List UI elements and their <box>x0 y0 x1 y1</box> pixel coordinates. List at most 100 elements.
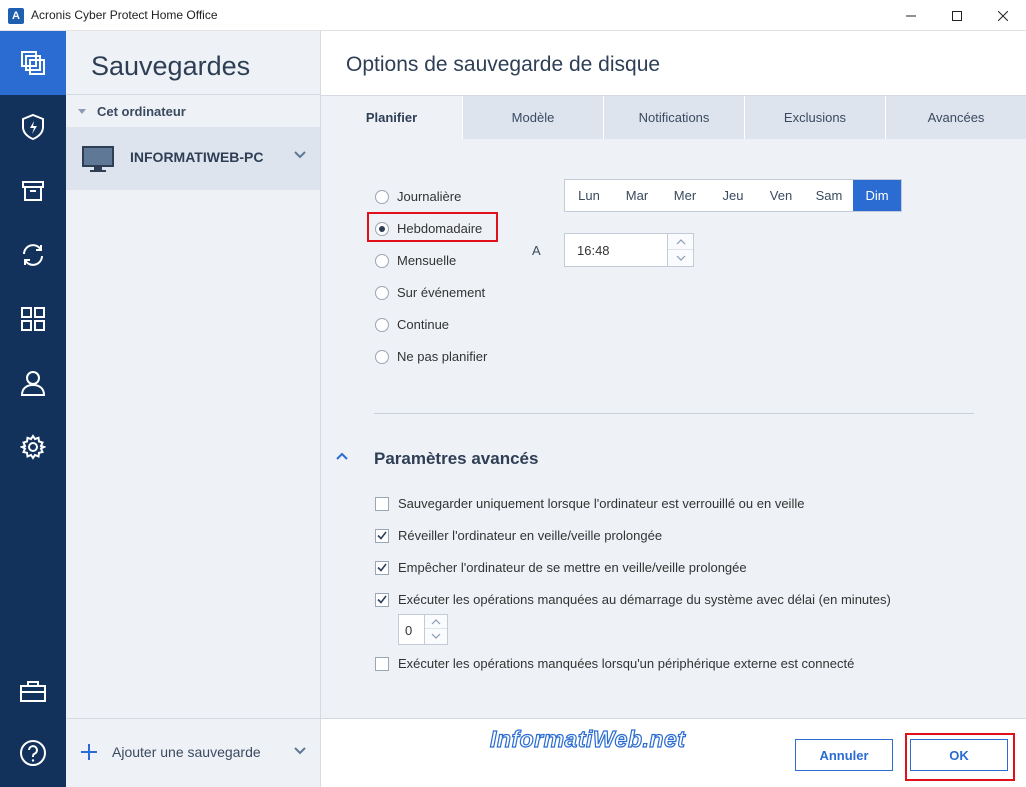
tab-avancees[interactable]: Avancées <box>885 96 1026 139</box>
checkbox-row-missed-at-startup[interactable]: Exécuter les opérations manquées au déma… <box>375 592 891 607</box>
checkbox-label: Exécuter les opérations manquées au déma… <box>398 592 891 607</box>
radio-label: Mensuelle <box>397 253 457 268</box>
rail-help[interactable] <box>0 721 66 785</box>
delay-decrement-button[interactable] <box>425 629 447 643</box>
delay-value: 0 <box>405 623 413 638</box>
dashboard-icon <box>21 307 45 331</box>
checkbox-row-missed-external-device[interactable]: Exécuter les opérations manquées lorsqu'… <box>375 656 854 671</box>
delay-spinner <box>424 615 447 644</box>
options-tabs: Planifier Modèle Notifications Exclusion… <box>321 96 1026 139</box>
cancel-button[interactable]: Annuler <box>795 739 893 771</box>
time-value: 16:48 <box>577 243 610 258</box>
day-button-jeu[interactable]: Jeu <box>709 180 757 211</box>
radio-label: Ne pas planifier <box>397 349 488 364</box>
footer-divider <box>321 718 1026 719</box>
checkbox[interactable] <box>375 656 389 671</box>
close-icon <box>998 10 1008 21</box>
checkbox-label: Empêcher l'ordinateur de se mettre en ve… <box>398 560 747 575</box>
minimize-button[interactable] <box>888 0 934 31</box>
rail-account[interactable] <box>0 351 66 415</box>
monitor-icon <box>82 146 114 172</box>
checkbox-label: Sauvegarder uniquement lorsque l'ordinat… <box>398 496 805 511</box>
chevron-down-icon <box>431 633 441 639</box>
time-increment-button[interactable] <box>668 234 693 250</box>
radio-label: Sur événement <box>397 285 486 300</box>
radio-on-event[interactable]: Sur événement <box>375 285 485 300</box>
checkbox-label: Réveiller l'ordinateur en veille/veille … <box>398 528 663 543</box>
radio-button[interactable] <box>375 253 389 268</box>
chevron-up-icon <box>431 618 441 624</box>
day-button-mar[interactable]: Mar <box>613 180 661 211</box>
rail-archive[interactable] <box>0 159 66 223</box>
archive-icon <box>22 181 44 201</box>
checkmark-icon <box>377 531 387 540</box>
sidebar-footer-divider <box>66 718 320 719</box>
radio-no-schedule[interactable]: Ne pas planifier <box>375 349 487 364</box>
backups-icon <box>21 51 45 75</box>
radio-continuous[interactable]: Continue <box>375 317 449 332</box>
close-button[interactable] <box>980 0 1026 31</box>
checkbox[interactable] <box>375 592 389 607</box>
radio-button[interactable] <box>375 285 389 300</box>
delay-minutes-input[interactable]: 0 <box>398 614 448 645</box>
chevron-up-icon[interactable] <box>336 452 348 460</box>
sidebar-group-this-computer[interactable]: Cet ordinateur <box>78 104 186 119</box>
delay-increment-button[interactable] <box>425 615 447 629</box>
checkbox-row-prevent-sleep[interactable]: Empêcher l'ordinateur de se mettre en ve… <box>375 560 747 575</box>
rail-protection[interactable] <box>0 95 66 159</box>
time-decrement-button[interactable] <box>668 250 693 266</box>
checkbox[interactable] <box>375 496 389 511</box>
sidebar-group-label: Cet ordinateur <box>97 104 186 119</box>
tab-planifier[interactable]: Planifier <box>321 96 462 139</box>
time-input[interactable]: 16:48 <box>564 233 694 267</box>
annotation-highlight-box <box>367 212 498 242</box>
add-backup-label: Ajouter une sauvegarde <box>112 744 261 760</box>
sidebar-title: Sauvegardes <box>91 51 251 81</box>
tab-exclusions[interactable]: Exclusions <box>744 96 885 139</box>
chevron-down-icon <box>676 255 685 261</box>
rail-dashboard[interactable] <box>0 287 66 351</box>
day-button-dim[interactable]: Dim <box>853 180 901 211</box>
chevron-up-icon <box>676 238 685 244</box>
title-bar: A Acronis Cyber Protect Home Office <box>0 0 1026 31</box>
radio-button[interactable] <box>375 189 389 204</box>
chevron-down-icon[interactable] <box>294 747 306 755</box>
sync-icon <box>23 244 43 266</box>
tab-modele[interactable]: Modèle <box>462 96 603 139</box>
checkbox-row-backup-locked[interactable]: Sauvegarder uniquement lorsque l'ordinat… <box>375 496 804 511</box>
radio-label: Journalière <box>397 189 462 204</box>
sidebar-item-informatiweb-pc[interactable]: INFORMATIWEB-PC <box>66 127 320 190</box>
add-backup-button[interactable]: Ajouter une sauvegarde <box>80 743 261 761</box>
tab-notifications[interactable]: Notifications <box>603 96 744 139</box>
app-icon: A <box>8 8 24 24</box>
day-button-sam[interactable]: Sam <box>805 180 853 211</box>
annotation-highlight-box <box>905 733 1015 781</box>
help-icon <box>20 740 46 766</box>
day-button-mer[interactable]: Mer <box>661 180 709 211</box>
radio-button[interactable] <box>375 317 389 332</box>
backups-sidebar: Sauvegardes Cet ordinateur INFORMATIWEB-… <box>66 31 321 787</box>
day-button-ven[interactable]: Ven <box>757 180 805 211</box>
checkbox-row-wake-computer[interactable]: Réveiller l'ordinateur en veille/veille … <box>375 528 662 543</box>
sidebar-divider <box>66 94 320 95</box>
checkbox[interactable] <box>375 560 389 575</box>
radio-button[interactable] <box>375 349 389 364</box>
collapse-triangle-icon <box>78 109 86 114</box>
radio-daily[interactable]: Journalière <box>375 189 461 204</box>
rail-store[interactable] <box>0 659 66 723</box>
plus-icon <box>81 744 97 760</box>
account-icon <box>20 371 46 396</box>
radio-monthly[interactable]: Mensuelle <box>375 253 456 268</box>
rail-settings[interactable] <box>0 415 66 479</box>
checkmark-icon <box>377 595 387 604</box>
sidebar-item-label: INFORMATIWEB-PC <box>130 149 264 165</box>
section-divider <box>374 413 974 414</box>
day-button-lun[interactable]: Lun <box>565 180 613 211</box>
maximize-button[interactable] <box>934 0 980 31</box>
chevron-down-icon[interactable] <box>294 151 306 159</box>
rail-backups[interactable] <box>0 31 66 95</box>
maximize-icon <box>952 10 962 21</box>
checkbox[interactable] <box>375 528 389 543</box>
rail-sync[interactable] <box>0 223 66 287</box>
time-label: A <box>532 243 541 258</box>
